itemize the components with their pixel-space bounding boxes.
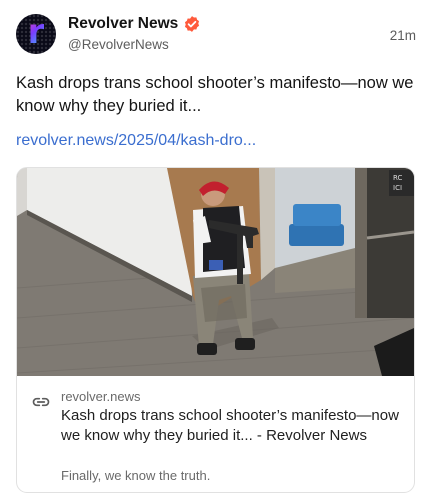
link-preview-meta: revolver.news Kash drops trans school sh… xyxy=(17,376,414,492)
image-pillar xyxy=(355,168,367,318)
avatar[interactable]: r xyxy=(16,14,56,54)
link-preview-image: RC ICI xyxy=(17,168,414,376)
image-sign-text-2: ICI xyxy=(393,184,402,192)
image-left-wall-shade xyxy=(17,168,27,216)
image-figure-sling xyxy=(237,234,243,284)
post-text: Kash drops trans school shooter’s manife… xyxy=(16,74,414,115)
image-figure-leg-pattern xyxy=(201,284,247,322)
user-handle[interactable]: @RevolverNews xyxy=(68,37,169,52)
link-preview-card[interactable]: RC ICI revolver.news Kash drops trans sc… xyxy=(16,167,415,493)
link-preview-domain: revolver.news xyxy=(61,389,141,404)
avatar-letter: r xyxy=(27,14,45,52)
image-bench-back xyxy=(293,204,341,226)
display-name[interactable]: Revolver News xyxy=(68,15,178,33)
image-bench xyxy=(289,224,344,246)
image-door-frame xyxy=(259,168,275,280)
post-link[interactable]: revolver.news/2025/04/kash-dro... xyxy=(16,132,256,150)
name-row: Revolver News xyxy=(68,15,201,33)
link-preview-description: Finally, we know the truth. xyxy=(61,468,211,483)
link-icon xyxy=(32,397,50,407)
image-sign-text: RC xyxy=(393,174,403,182)
post-header: r Revolver News @RevolverNews 21m xyxy=(16,14,416,58)
post-timestamp[interactable]: 21m xyxy=(390,28,416,43)
image-figure-left-shoe xyxy=(197,343,217,355)
image-figure-hand xyxy=(209,260,223,270)
verified-badge-icon xyxy=(185,16,200,32)
image-figure-right-shoe xyxy=(235,338,255,350)
link-preview-title: Kash drops trans school shooter’s manife… xyxy=(61,407,399,444)
